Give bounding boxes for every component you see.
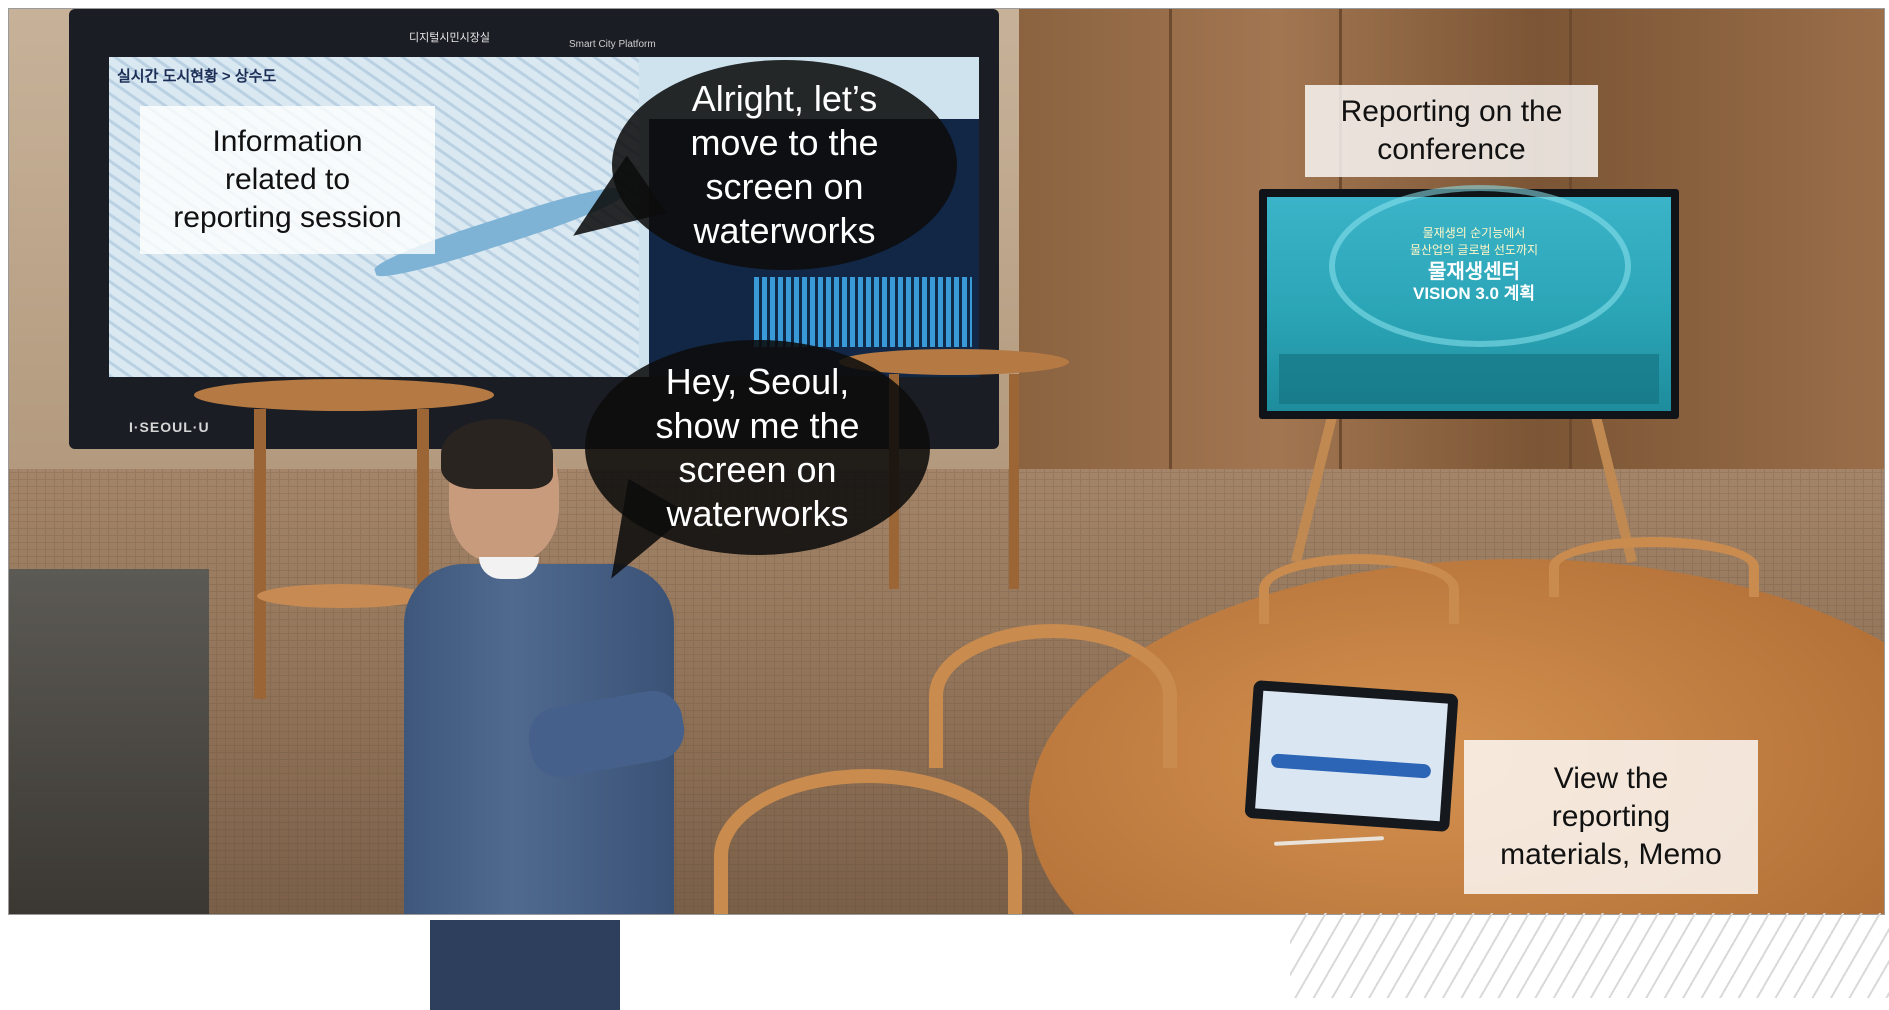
speech-bubble-bottom: Hey, Seoul, show me the screen on waterw… — [585, 340, 930, 555]
speech-bubble-bottom-text: Hey, Seoul, show me the screen on waterw… — [655, 360, 860, 534]
monitor-footer — [1279, 354, 1659, 404]
monitor-subtitle: 물재생의 순기능에서 물산업의 글로벌 선도까지 — [1409, 226, 1539, 257]
bar-graph — [754, 277, 972, 347]
video-wall-subheader: Smart City Platform — [569, 39, 656, 50]
map-title: 실시간 도시현황 > 상수도 — [117, 68, 277, 85]
label-conference: Reporting on the conference — [1305, 85, 1598, 177]
label-materials: View the reporting materials, Memo — [1464, 740, 1758, 894]
table-shelf — [257, 584, 427, 608]
man-legs — [430, 920, 620, 1010]
label-information: Information related to reporting session — [140, 106, 435, 254]
seoul-logo: I·SEOUL·U — [129, 419, 210, 435]
standing-table — [194, 379, 494, 411]
table-leg — [1009, 374, 1019, 589]
video-wall-header: 디지털시민시장실 — [409, 32, 490, 44]
speech-bubble-top-text: Alright, let’s move to the screen on wat… — [690, 78, 879, 251]
man-hair — [441, 419, 553, 489]
monitor-vision: VISION 3.0 계획 — [1413, 284, 1535, 303]
wooden-chair — [1549, 537, 1759, 597]
table-leg — [254, 409, 266, 699]
wooden-chair — [929, 624, 1177, 768]
speech-bubble-top: Alright, let’s move to the screen on wat… — [612, 60, 957, 270]
wooden-chair — [1259, 554, 1459, 624]
decorative-stripes — [1290, 913, 1889, 998]
desk-clutter — [9, 569, 209, 914]
